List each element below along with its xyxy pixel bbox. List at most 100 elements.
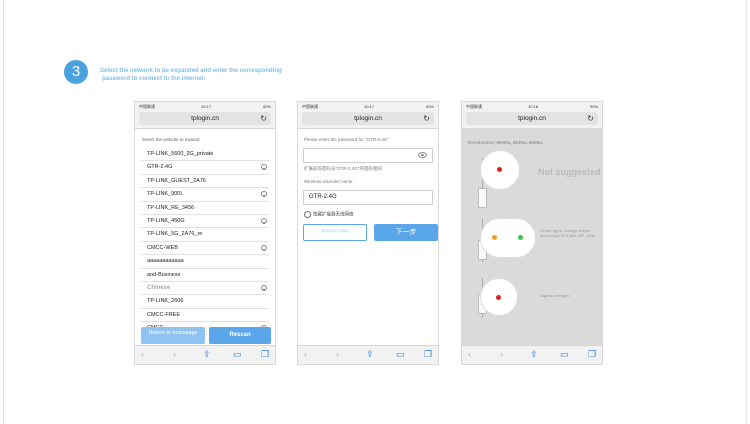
network-item[interactable]: TP-LINK_5600_2G_private	[141, 148, 269, 162]
url-field[interactable]: tplogin.cn	[139, 112, 271, 125]
step-instruction: Select the network to be expanded and en…	[100, 67, 360, 83]
network-name: TP-LINK_RE_3456	[147, 204, 195, 211]
reload-icon[interactable]: ↻	[260, 112, 267, 125]
note-not-suggested: Not suggested	[538, 167, 601, 177]
network-item[interactable]: CMCC-WEB 🔒︎	[141, 242, 269, 256]
step-instruction-line2: password to connect to the internet.	[102, 76, 206, 82]
hide-network-checkbox[interactable]: 隐藏扩展器无线网络	[304, 211, 354, 218]
lock-icon: 🔒︎	[261, 217, 267, 224]
network-name: TP-LINK_5600_2G_private	[147, 151, 214, 157]
red-led-icon	[496, 295, 501, 300]
network-item[interactable]: and-Business	[141, 269, 269, 282]
network-name: TP-LINK_450G	[147, 217, 185, 224]
phone-led-guide: 中国联通 10:18 90% tplogin.cn ↻ Resolutions:…	[461, 101, 603, 365]
network-name: GTR-2.4G	[147, 164, 173, 171]
network-item[interactable]: TP-LINK_450G 🔒︎	[141, 215, 269, 229]
tabs-icon[interactable]: ❐	[424, 349, 432, 360]
network-item[interactable]: TP-LINK_5G_2A76_re	[141, 228, 269, 242]
url-field[interactable]: tplogin.cn	[302, 112, 434, 125]
select-network-label: Select the website to expand	[142, 137, 200, 142]
phone-password-entry: 中国联通 10:17 60% tplogin.cn ↻ Please enter…	[297, 101, 439, 365]
tabs-icon[interactable]: ❐	[588, 349, 596, 360]
address-bar: tplogin.cn ↻	[298, 110, 438, 129]
note-signal-strength: Signal strength	[540, 293, 570, 298]
network-item[interactable]: aaaaaaaaaaaa	[141, 255, 269, 269]
forward-icon[interactable]: ›	[500, 349, 503, 360]
status-bar: 中国联通 10:17 60%	[135, 102, 275, 110]
back-icon[interactable]: ‹	[141, 349, 144, 360]
network-name: and-Business	[147, 271, 181, 278]
network-name: TP-LINK_2606	[147, 298, 184, 305]
extender-device-icon	[478, 188, 487, 208]
network-item[interactable]: TP-LINK_RE_3456	[141, 202, 269, 215]
battery-level: 90%	[589, 104, 598, 109]
led-zoom-bubble	[480, 218, 536, 258]
hide-network-label: 隐藏扩展器无线网络	[313, 211, 354, 217]
password-input[interactable]	[303, 148, 433, 163]
bookmarks-icon[interactable]: ▭	[396, 349, 405, 360]
share-icon[interactable]: ⇪	[366, 349, 374, 360]
status-time: 10:18	[528, 104, 539, 109]
lock-icon: 🔒︎	[261, 244, 267, 251]
return-homepage-button[interactable]: Return to homepage	[141, 327, 205, 344]
reload-icon[interactable]: ↻	[423, 112, 430, 125]
forward-icon[interactable]: ›	[173, 349, 176, 360]
address-bar: tplogin.cn ↻	[462, 110, 602, 129]
checkbox-circle-icon	[304, 211, 311, 218]
battery-level: 60%	[262, 104, 271, 109]
status-bar: 中国联通 10:18 90%	[462, 102, 602, 110]
step-number-badge: 3	[64, 60, 88, 84]
share-icon[interactable]: ⇪	[530, 349, 538, 360]
network-name: TP-LINK_GUEST_2A76	[147, 177, 206, 184]
password-label: Please enter the password for "GTR-2.4G"	[304, 137, 389, 142]
network-name: TP-LINK_900L	[147, 191, 184, 198]
status-bar: 中国联通 10:17 60%	[298, 102, 438, 110]
phone-network-list: 中国联通 10:17 60% tplogin.cn ↻ Select the w…	[134, 101, 276, 365]
share-icon[interactable]: ⇪	[203, 349, 211, 360]
network-item[interactable]: Chinese 🔒︎	[141, 282, 269, 296]
network-item[interactable]: GTR-2.4G 🔒︎	[141, 161, 269, 175]
guide-title: Resolutions: 860Ma, 863Ma, 865Ma	[468, 140, 543, 145]
eye-icon[interactable]	[418, 152, 427, 158]
network-name: aaaaaaaaaaaa	[147, 258, 184, 265]
lock-icon: 🔒︎	[261, 284, 267, 291]
forward-icon[interactable]: ›	[336, 349, 339, 360]
lock-icon: 🔒︎	[261, 191, 267, 198]
previous-step-button[interactable]: previous step	[303, 224, 367, 241]
bookmarks-icon[interactable]: ▭	[560, 349, 569, 360]
next-step-button[interactable]: 下一步	[374, 224, 438, 241]
url-field[interactable]: tplogin.cn	[466, 112, 598, 125]
red-led-icon	[497, 167, 502, 172]
extender-name-label: Wireless extender name	[304, 179, 353, 184]
status-time: 10:17	[201, 104, 212, 109]
back-icon[interactable]: ‹	[304, 349, 307, 360]
network-name: Chinese	[147, 284, 171, 291]
password-hint: 扩展前的密码与"GTR-2.4G"的密码相同	[304, 166, 382, 171]
network-name: CMCC-WEB	[147, 244, 178, 251]
browser-toolbar: ‹ › ⇪ ▭ ❐	[462, 345, 602, 364]
rescan-button[interactable]: Rescan	[209, 327, 271, 344]
extender-name-input[interactable]: GTR-2.4G	[303, 190, 433, 205]
network-item[interactable]: CMCC-FREE	[141, 309, 269, 323]
bookmarks-icon[interactable]: ▭	[233, 349, 242, 360]
status-time: 10:17	[364, 104, 375, 109]
tabs-icon[interactable]: ❐	[261, 349, 269, 360]
back-icon[interactable]: ‹	[468, 349, 471, 360]
browser-toolbar: ‹ › ⇪ ▭ ❐	[298, 345, 438, 364]
led-guide-overlay: Resolutions: 860Ma, 863Ma, 865Ma Not sug…	[462, 128, 602, 346]
lock-icon: 🔒︎	[261, 164, 267, 171]
network-item[interactable]: TP-LINK_2606	[141, 295, 269, 309]
network-name: CMCC-FREE	[147, 311, 180, 318]
network-item[interactable]: TP-LINK_900L 🔒︎	[141, 188, 269, 202]
reload-icon[interactable]: ↻	[587, 112, 594, 125]
browser-toolbar: ‹ › ⇪ ▭ ❐	[135, 345, 275, 364]
note-green-light: Green light: Orange within and bright TP…	[540, 228, 596, 238]
frame-right-border	[746, 0, 747, 424]
step-instruction-line1: Select the network to be expanded and en…	[100, 68, 282, 74]
address-bar: tplogin.cn ↻	[135, 110, 275, 129]
network-item[interactable]: TP-LINK_GUEST_2A76	[141, 175, 269, 189]
network-name: TP-LINK_5G_2A76_re	[147, 231, 203, 238]
green-led-icon	[518, 235, 523, 240]
orange-led-icon	[492, 235, 497, 240]
frame-left-border	[3, 0, 4, 424]
